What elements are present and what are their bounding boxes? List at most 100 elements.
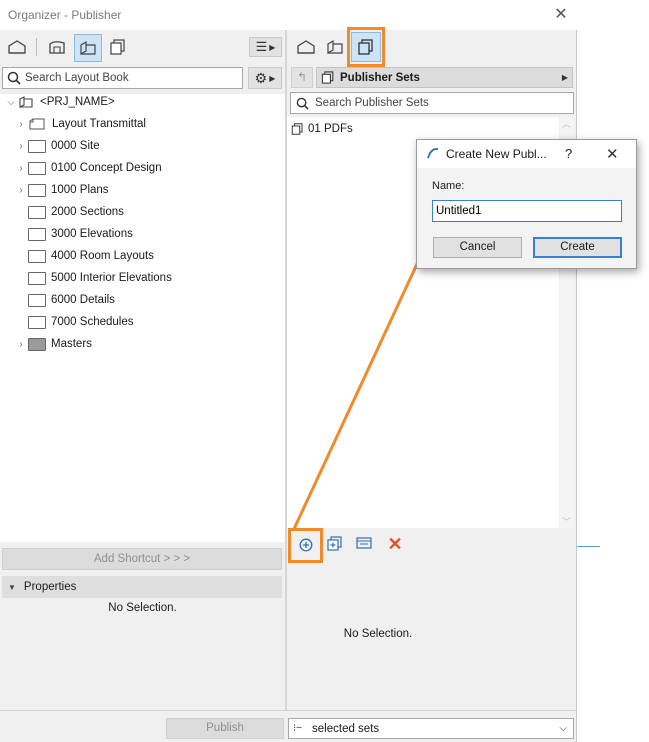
tree-root[interactable]: ⌵ <PRJ_NAME>	[4, 91, 115, 113]
folder-icon	[28, 293, 46, 307]
caret-right-icon: ▶	[269, 42, 276, 52]
settings-card-icon[interactable]	[356, 536, 374, 554]
publisher-sets-dropdown[interactable]: Publisher Sets ▶	[316, 67, 573, 88]
cancel-button[interactable]: Cancel	[433, 237, 522, 258]
tree-item-label: 7000 Schedules	[51, 316, 134, 328]
guide-line	[577, 546, 600, 547]
tree-item[interactable]: 4000 Room Layouts	[14, 245, 172, 267]
chevron-right-icon[interactable]: ›	[14, 141, 28, 152]
close-icon[interactable]: ✕	[551, 5, 571, 25]
project-map-icon[interactable]	[4, 34, 30, 60]
folder-icon	[28, 183, 46, 197]
list-icon: ⁝−	[293, 723, 303, 734]
set-properties-empty-text: No Selection.	[343, 628, 413, 640]
name-input[interactable]	[432, 200, 622, 222]
publish-button[interactable]: Publish	[166, 718, 284, 739]
folder-icon	[28, 315, 46, 329]
tree-item-label: 3000 Elevations	[51, 228, 133, 240]
title-bar: Organizer - Publisher ✕	[0, 0, 577, 30]
tree-item[interactable]: 5000 Interior Elevations	[14, 267, 172, 289]
folder-icon	[28, 139, 46, 153]
tree-item-label: 6000 Details	[51, 294, 115, 306]
scroll-down-icon[interactable]: ﹀	[562, 515, 571, 528]
tree-item[interactable]: › 0000 Site	[14, 135, 172, 157]
folder-icon	[28, 271, 46, 285]
toolbar-divider	[36, 38, 37, 56]
publisher-sets-search[interactable]: Search Publisher Sets	[290, 92, 574, 114]
chevron-right-icon[interactable]: ›	[14, 339, 28, 350]
footer-divider	[0, 710, 577, 711]
close-icon[interactable]: ✕	[606, 145, 619, 163]
chevron-right-icon[interactable]: ›	[14, 163, 28, 174]
tree-item[interactable]: 2000 Sections	[14, 201, 172, 223]
chevron-down-icon[interactable]: ⌵	[4, 97, 18, 108]
publisher-sets-icon[interactable]	[105, 34, 131, 60]
menu-button[interactable]: ☰ ▶	[249, 37, 282, 57]
create-button[interactable]: Create	[533, 237, 622, 258]
add-circle-icon[interactable]	[296, 536, 316, 554]
master-folder-icon	[28, 337, 46, 351]
chevron-right-icon[interactable]: ›	[14, 185, 28, 196]
tree-item-label: 0000 Site	[51, 140, 100, 152]
window-title: Organizer - Publisher	[8, 8, 122, 22]
layout-book-icon[interactable]	[322, 34, 348, 60]
chevron-down-icon: ⌵	[559, 723, 567, 734]
delete-icon[interactable]: ✕	[386, 535, 404, 553]
properties-label: Properties	[23, 581, 77, 593]
tree-item[interactable]: › Layout Transmittal	[14, 113, 172, 135]
view-map-icon[interactable]	[293, 34, 319, 60]
tree-root-label: <PRJ_NAME>	[40, 96, 115, 108]
tree-item-label: 0100 Concept Design	[51, 162, 162, 174]
tree-item[interactable]: › 1000 Plans	[14, 179, 172, 201]
archicad-logo-icon	[426, 146, 440, 163]
folder-icon	[28, 227, 46, 241]
tree-item[interactable]: 3000 Elevations	[14, 223, 172, 245]
add-folder-icon[interactable]	[327, 536, 345, 554]
tree-item-label: Masters	[51, 338, 92, 350]
folder-icon	[28, 161, 46, 175]
search-icon	[296, 97, 309, 110]
publisher-sets-icon	[321, 71, 334, 84]
triangle-down-icon: ▼	[8, 582, 16, 592]
tree-item[interactable]: › 0100 Concept Design	[14, 157, 172, 179]
properties-header[interactable]: ▼ Properties	[2, 576, 282, 598]
view-map-icon[interactable]	[44, 34, 70, 60]
tree-item-label: 1000 Plans	[51, 184, 109, 196]
tree-items: › Layout Transmittal › 0000 Site › 0100 …	[14, 113, 172, 355]
publisher-set-item[interactable]: 01 PDFs	[290, 118, 353, 140]
caret-right-icon: ▶	[269, 73, 276, 83]
gear-icon: ⚙	[254, 69, 268, 86]
publisher-sets-icon[interactable]	[351, 32, 381, 62]
selected-sets-label: selected sets	[312, 722, 380, 735]
create-dialog: Create New Publ... ? ✕ Name: Cancel Crea…	[416, 139, 637, 269]
search-icon	[7, 71, 21, 85]
chevron-right-icon[interactable]: ›	[14, 119, 28, 130]
publisher-set-icon	[291, 123, 303, 135]
publish-scope-select[interactable]: ⁝− selected sets ⌵	[288, 718, 574, 739]
tree-item[interactable]: › Masters	[14, 333, 172, 355]
up-arrow-button[interactable]: ↰	[291, 67, 313, 88]
name-label: Name:	[432, 180, 465, 192]
add-shortcut-button[interactable]: Add Shortcut > > >	[2, 548, 282, 570]
dialog-title: Create New Publ...	[446, 147, 547, 161]
tree-item-label: 5000 Interior Elevations	[51, 272, 172, 284]
layout-book-icon[interactable]	[74, 34, 102, 62]
dialog-title-bar: Create New Publ... ? ✕	[417, 140, 636, 168]
search-placeholder: Search Layout Book	[25, 72, 129, 84]
layout-book-search[interactable]: Search Layout Book	[2, 67, 243, 89]
tree-item[interactable]: 7000 Schedules	[14, 311, 172, 333]
folder-icon	[28, 249, 46, 263]
caret-right-icon: ▶	[561, 73, 568, 82]
layout-icon	[29, 118, 45, 130]
publisher-set-label: 01 PDFs	[308, 123, 353, 135]
help-button[interactable]: ?	[565, 146, 572, 161]
hamburger-icon: ☰	[255, 39, 268, 54]
tree-item-label: Layout Transmittal	[52, 118, 146, 130]
tree-item[interactable]: 6000 Details	[14, 289, 172, 311]
properties-empty-text: No Selection.	[108, 602, 177, 614]
tree-item-label: 2000 Sections	[51, 206, 124, 218]
scroll-up-icon[interactable]: ︿	[562, 117, 571, 130]
settings-button[interactable]: ⚙ ▶	[248, 67, 282, 89]
search-placeholder: Search Publisher Sets	[315, 97, 429, 109]
folder-icon	[28, 205, 46, 219]
